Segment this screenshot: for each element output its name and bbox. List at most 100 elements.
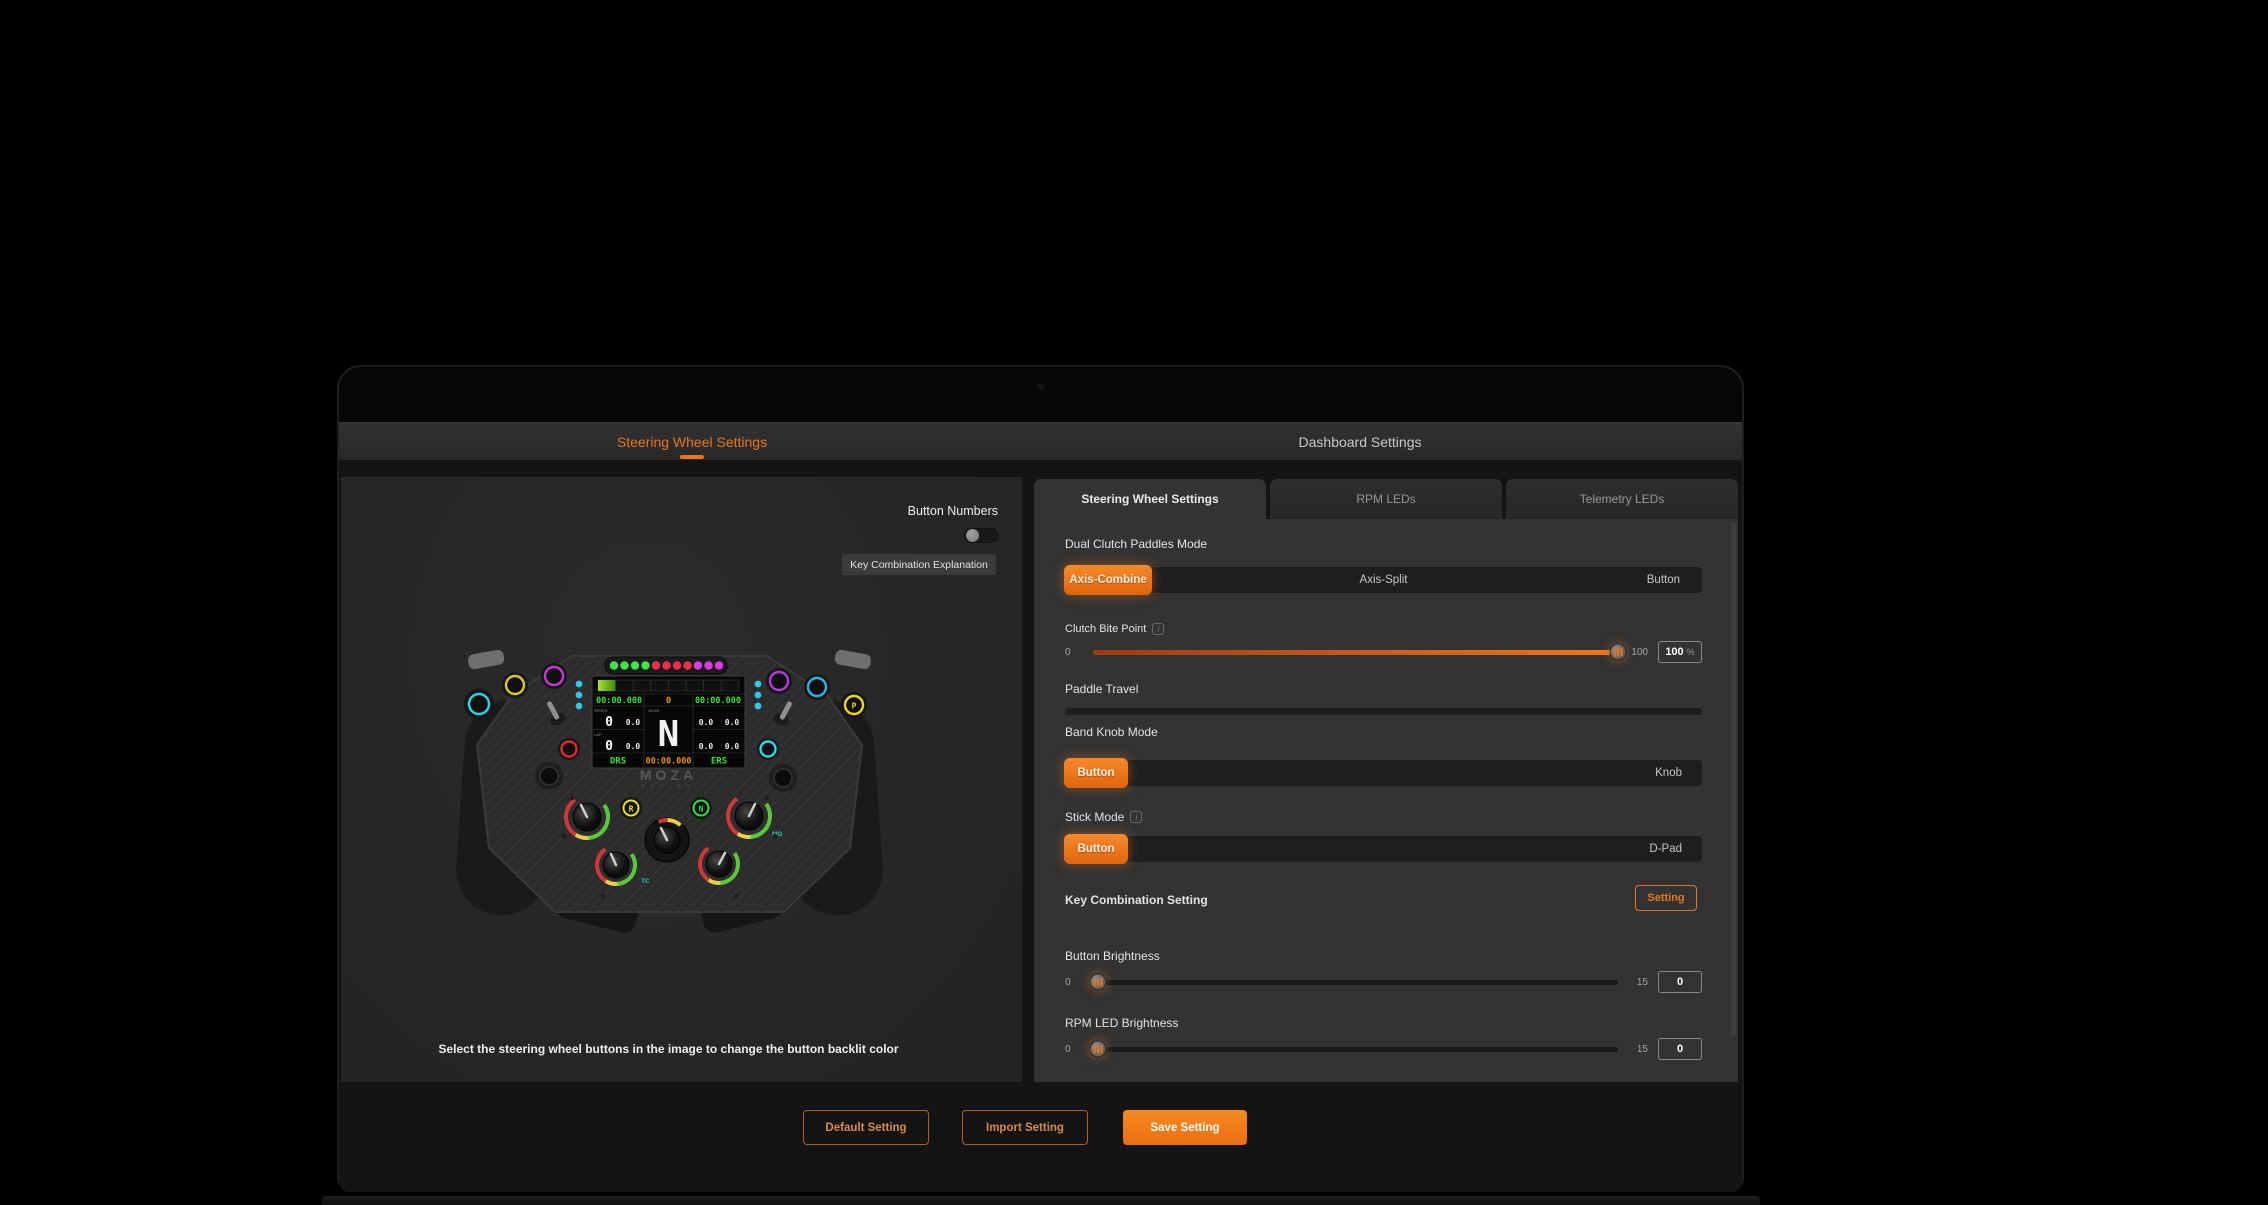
tab-rpm-leds[interactable]: RPM LEDs bbox=[1270, 479, 1502, 519]
laptop-deck bbox=[322, 1196, 1760, 1205]
slider-thumb[interactable] bbox=[1090, 1041, 1107, 1058]
scrollbar[interactable] bbox=[1731, 522, 1736, 1036]
svg-text:0.0: 0.0 bbox=[725, 742, 740, 751]
wheel-button-cyan-left[interactable] bbox=[464, 689, 494, 719]
option-axis-combine[interactable]: Axis-Combine bbox=[1064, 565, 1152, 595]
button-brightness-value-input[interactable]: 0 bbox=[1658, 971, 1702, 993]
wheel-preview-panel: Button Numbers Key Combination Explanati… bbox=[341, 477, 1022, 1082]
rpm-led-brightness-slider[interactable] bbox=[1093, 1047, 1618, 1052]
option-band-button[interactable]: Button bbox=[1064, 758, 1128, 788]
option-button[interactable]: Button bbox=[1647, 567, 1680, 593]
button-numbers-label: Button Numbers bbox=[908, 504, 998, 518]
save-setting-button[interactable]: Save Setting bbox=[1123, 1110, 1247, 1145]
right-thumbstick[interactable] bbox=[769, 764, 797, 792]
button-numbers-toggle[interactable] bbox=[964, 528, 998, 543]
option-knob[interactable]: Knob bbox=[1655, 760, 1682, 786]
tab-steering-wheel-settings-inner[interactable]: Steering Wheel Settings bbox=[1034, 479, 1266, 519]
left-shifter-paddle bbox=[467, 650, 505, 670]
button-brightness-slider-row: 0 15 0 bbox=[1065, 971, 1702, 993]
slider-min: 0 bbox=[1065, 1044, 1087, 1055]
key-combination-explanation-button[interactable]: Key Combination Explanation bbox=[842, 554, 996, 575]
button-brightness-label: Button Brightness bbox=[1065, 949, 1160, 963]
svg-text:0.0: 0.0 bbox=[626, 718, 641, 727]
steering-wheel-image[interactable]: 00:00.000 0 00:00.000 SPEED GEAR LAP 0 0… bbox=[452, 650, 887, 934]
dashboard-screen: 00:00.000 0 00:00.000 SPEED GEAR LAP 0 0… bbox=[592, 676, 745, 768]
slider-max: 100 bbox=[1626, 647, 1648, 658]
svg-text:N: N bbox=[658, 714, 680, 755]
svg-text:0.0: 0.0 bbox=[725, 718, 740, 727]
rpm-leds bbox=[610, 661, 723, 669]
svg-text:0: 0 bbox=[605, 739, 613, 754]
left-thumbstick[interactable] bbox=[535, 762, 563, 790]
tab-label: Steering Wheel Settings bbox=[617, 434, 767, 450]
button-brightness-slider[interactable] bbox=[1093, 980, 1618, 985]
option-stick-button[interactable]: Button bbox=[1064, 834, 1128, 864]
right-shifter-paddle bbox=[834, 650, 872, 670]
tab-label: Dashboard Settings bbox=[1299, 434, 1422, 450]
option-d-pad[interactable]: D-Pad bbox=[1649, 836, 1682, 862]
svg-text:LAP: LAP bbox=[594, 732, 602, 737]
wheel-button-cyan-right[interactable] bbox=[804, 674, 830, 700]
active-tab-underline bbox=[680, 455, 704, 459]
info-icon[interactable]: i bbox=[1130, 811, 1142, 823]
clutch-bite-point-value-input[interactable]: 100 % bbox=[1658, 641, 1702, 663]
import-setting-button[interactable]: Import Setting bbox=[962, 1110, 1088, 1145]
wheel-hint-text: Select the steering wheel buttons in the… bbox=[328, 1042, 1009, 1056]
tab-steering-wheel-settings[interactable]: Steering Wheel Settings bbox=[617, 423, 767, 461]
window-body: Button Numbers Key Combination Explanati… bbox=[339, 460, 1742, 1192]
svg-text:0.0: 0.0 bbox=[626, 742, 641, 751]
rpm-led-brightness-label: RPM LED Brightness bbox=[1065, 1016, 1178, 1030]
svg-text:00:00.000: 00:00.000 bbox=[645, 757, 691, 767]
wheel-button-purple-right[interactable] bbox=[766, 668, 792, 694]
slider-max: 15 bbox=[1626, 977, 1648, 988]
wheel-button-magenta-left[interactable] bbox=[541, 663, 567, 689]
svg-text:GEAR: GEAR bbox=[648, 708, 659, 713]
info-icon[interactable]: i bbox=[1152, 623, 1164, 635]
band-knob-mode-segmented: Button Knob bbox=[1065, 760, 1702, 786]
rpm-led-brightness-value-input[interactable]: 0 bbox=[1658, 1038, 1702, 1060]
tab-telemetry-leds[interactable]: Telemetry LEDs bbox=[1506, 479, 1738, 519]
svg-text:0: 0 bbox=[605, 715, 613, 730]
settings-tabs: Steering Wheel Settings RPM LEDs Telemet… bbox=[1034, 479, 1738, 519]
default-setting-button[interactable]: Default Setting bbox=[803, 1110, 929, 1145]
svg-text:N: N bbox=[699, 805, 704, 814]
paddle-travel-label: Paddle Travel bbox=[1065, 682, 1138, 696]
svg-text:DRS: DRS bbox=[610, 757, 626, 767]
app-window: Steering Wheel Settings Dashboard Settin… bbox=[337, 365, 1744, 1190]
slider-min: 0 bbox=[1065, 977, 1087, 988]
slider-min: 0 bbox=[1065, 647, 1087, 658]
svg-text:R: R bbox=[629, 805, 634, 814]
brand-sub: RACING bbox=[641, 784, 696, 790]
left-telemetry-leds bbox=[576, 681, 583, 710]
slider-thumb[interactable] bbox=[1090, 974, 1107, 991]
toggle-knob bbox=[966, 529, 979, 542]
key-combination-setting-button[interactable]: Setting bbox=[1635, 885, 1697, 911]
stick-mode-label: Stick Mode i bbox=[1065, 810, 1142, 824]
wheel-button-p-right[interactable]: P bbox=[841, 692, 867, 718]
svg-text:0.0: 0.0 bbox=[699, 718, 714, 727]
svg-text:0: 0 bbox=[666, 696, 671, 706]
settings-panel: Steering Wheel Settings RPM LEDs Telemet… bbox=[1034, 479, 1738, 1082]
wheel-button-cyan-tp-right[interactable] bbox=[757, 738, 779, 760]
settings-content: Dual Clutch Paddles Mode Axis-Combine Ax… bbox=[1034, 519, 1738, 1082]
clutch-bite-point-slider-row: 0 100 100 % bbox=[1065, 641, 1702, 663]
slider-max: 15 bbox=[1626, 1044, 1648, 1055]
svg-text:P: P bbox=[852, 702, 857, 711]
option-axis-split[interactable]: Axis-Split bbox=[1360, 567, 1408, 593]
paddle-travel-bar[interactable] bbox=[1065, 708, 1702, 715]
key-combination-setting-label: Key Combination Setting bbox=[1065, 893, 1208, 907]
slider-thumb[interactable] bbox=[1610, 644, 1627, 661]
svg-text:00:00.000: 00:00.000 bbox=[596, 696, 642, 706]
svg-text:SPEED: SPEED bbox=[594, 708, 608, 713]
wheel-button-yellow-left[interactable] bbox=[502, 672, 528, 698]
tab-dashboard-settings[interactable]: Dashboard Settings bbox=[1299, 423, 1422, 461]
wheel-button-n[interactable]: N bbox=[690, 797, 712, 819]
clutch-bite-point-slider[interactable] bbox=[1093, 650, 1618, 655]
webcam-dot-icon bbox=[1037, 383, 1044, 390]
dual-clutch-mode-segmented: Axis-Combine Axis-Split Button bbox=[1065, 567, 1702, 593]
wheel-button-r[interactable]: R bbox=[620, 797, 642, 819]
wheel-button-red-left[interactable] bbox=[558, 738, 580, 760]
dual-clutch-paddles-mode-label: Dual Clutch Paddles Mode bbox=[1065, 537, 1207, 551]
svg-text:TC: TC bbox=[641, 878, 650, 885]
brand-logo: MOZA bbox=[640, 767, 697, 783]
